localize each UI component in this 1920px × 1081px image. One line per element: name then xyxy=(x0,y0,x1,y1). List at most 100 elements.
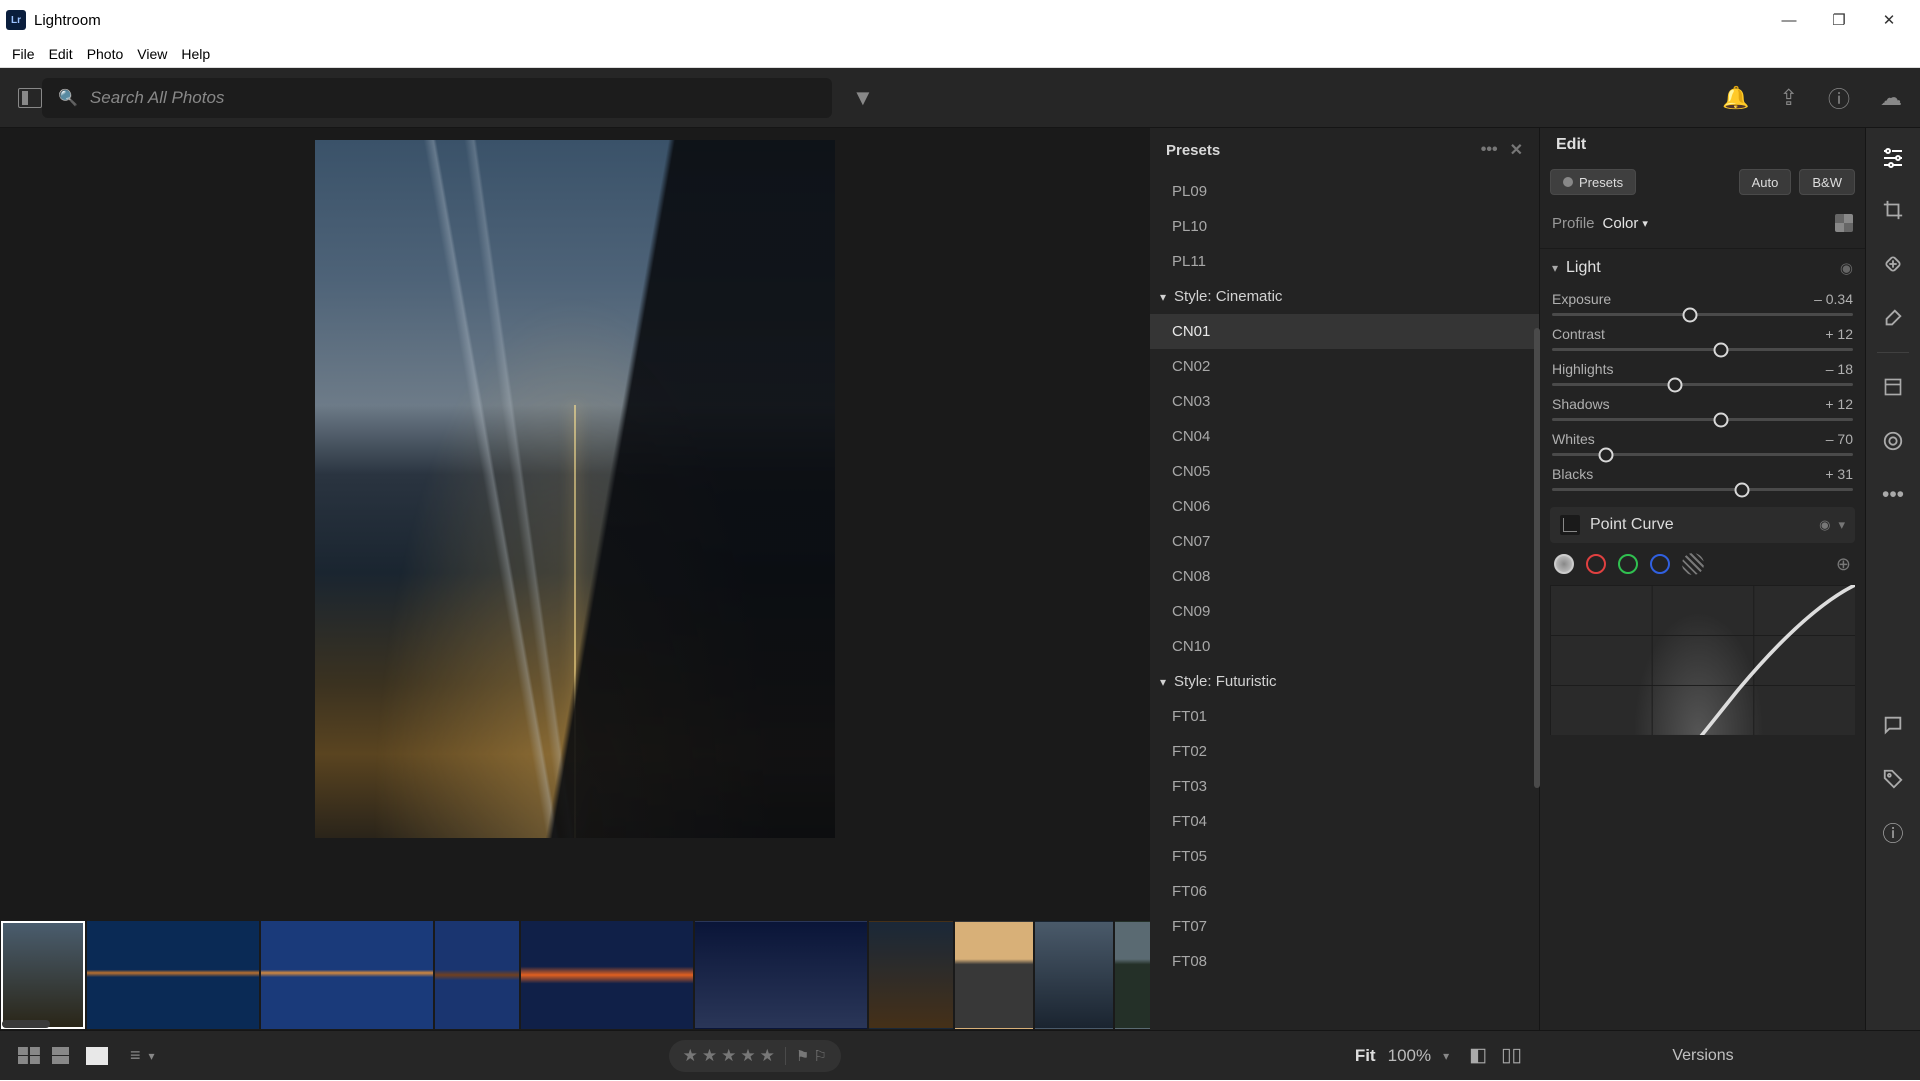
thumbnail[interactable] xyxy=(435,921,519,1029)
preset-item[interactable]: PL11 xyxy=(1150,244,1539,279)
rating-bar[interactable]: ★ ★ ★ ★ ★ ⚑ ⚐ xyxy=(669,1040,841,1072)
preset-item[interactable]: FT01 xyxy=(1150,699,1539,734)
slider-whites[interactable]: Whites– 70 xyxy=(1540,427,1865,462)
crop-tool-icon[interactable] xyxy=(1879,196,1907,224)
visibility-icon[interactable]: ◉ xyxy=(1840,259,1853,277)
preset-item[interactable]: CN03 xyxy=(1150,384,1539,419)
brush-tool-icon[interactable] xyxy=(1879,304,1907,332)
chevron-down-icon[interactable]: ▾ xyxy=(1838,517,1845,533)
preset-item[interactable]: CN10 xyxy=(1150,629,1539,664)
preset-item[interactable]: CN08 xyxy=(1150,559,1539,594)
point-curve-header[interactable]: Point Curve ◉ ▾ xyxy=(1550,507,1855,543)
channel-blue[interactable] xyxy=(1650,554,1670,574)
presets-button[interactable]: Presets xyxy=(1550,169,1636,195)
menu-view[interactable]: View xyxy=(131,44,173,64)
maximize-button[interactable]: ❐ xyxy=(1814,0,1864,40)
channel-red[interactable] xyxy=(1586,554,1606,574)
grid-view-icon[interactable] xyxy=(18,1047,40,1065)
auto-button[interactable]: Auto xyxy=(1739,169,1792,195)
slider-highlights[interactable]: Highlights– 18 xyxy=(1540,357,1865,392)
bw-button[interactable]: B&W xyxy=(1799,169,1855,195)
filmstrip[interactable] xyxy=(0,920,1150,1030)
thumbnail[interactable] xyxy=(1,921,85,1029)
preset-group-header[interactable]: ▾Style: Futuristic xyxy=(1150,664,1539,699)
flag-reject-icon[interactable]: ⚐ xyxy=(813,1047,826,1065)
compare-view-icon[interactable]: ▯▯ xyxy=(1501,1044,1522,1067)
target-adjust-icon[interactable]: ⊕ xyxy=(1836,554,1851,575)
slider-blacks[interactable]: Blacks+ 31 xyxy=(1540,462,1865,497)
menu-edit[interactable]: Edit xyxy=(43,44,79,64)
slider-knob[interactable] xyxy=(1683,307,1698,322)
channel-luma[interactable] xyxy=(1554,554,1574,574)
linear-gradient-tool-icon[interactable] xyxy=(1879,373,1907,401)
help-icon[interactable]: ⓘ xyxy=(1828,82,1850,114)
fit-label[interactable]: Fit xyxy=(1355,1046,1376,1066)
preset-item[interactable]: CN01 xyxy=(1150,314,1539,349)
edit-tool-icon[interactable] xyxy=(1879,142,1907,170)
main-photo[interactable] xyxy=(315,140,835,838)
star-icon[interactable]: ★ xyxy=(721,1046,736,1066)
keywords-icon[interactable] xyxy=(1879,765,1907,793)
search-input[interactable] xyxy=(90,88,816,108)
more-tools-icon[interactable]: ••• xyxy=(1879,481,1907,509)
filmstrip-scrollbar[interactable] xyxy=(2,1020,50,1028)
preset-item[interactable]: CN09 xyxy=(1150,594,1539,629)
preset-item[interactable]: CN06 xyxy=(1150,489,1539,524)
presets-close-icon[interactable]: ✕ xyxy=(1510,140,1523,160)
presets-more-icon[interactable]: ••• xyxy=(1481,141,1498,159)
slider-knob[interactable] xyxy=(1668,377,1683,392)
close-button[interactable]: ✕ xyxy=(1864,0,1914,40)
thumbnail[interactable] xyxy=(1035,921,1113,1029)
original-toggle-icon[interactable]: ◧ xyxy=(1469,1044,1487,1067)
profile-value[interactable]: Color xyxy=(1603,215,1639,232)
star-icon[interactable]: ★ xyxy=(683,1046,698,1066)
profile-browser-icon[interactable] xyxy=(1835,214,1853,232)
chevron-down-icon[interactable]: ▾ xyxy=(149,1049,155,1063)
notifications-icon[interactable]: 🔔 xyxy=(1722,85,1749,111)
left-panel-toggle-icon[interactable] xyxy=(18,88,42,108)
share-icon[interactable]: ⇪ xyxy=(1780,85,1798,111)
preset-item[interactable]: FT06 xyxy=(1150,874,1539,909)
preset-item[interactable]: FT07 xyxy=(1150,909,1539,944)
chevron-down-icon[interactable]: ▾ xyxy=(1443,1049,1449,1063)
preset-item[interactable]: FT03 xyxy=(1150,769,1539,804)
preset-item[interactable]: PL10 xyxy=(1150,209,1539,244)
channel-green[interactable] xyxy=(1618,554,1638,574)
comments-icon[interactable] xyxy=(1879,711,1907,739)
star-icon[interactable]: ★ xyxy=(702,1046,717,1066)
slider-knob[interactable] xyxy=(1734,482,1749,497)
menu-file[interactable]: File xyxy=(6,44,41,64)
channel-parametric[interactable] xyxy=(1682,553,1704,575)
preset-item[interactable]: FT05 xyxy=(1150,839,1539,874)
slider-contrast[interactable]: Contrast+ 12 xyxy=(1540,322,1865,357)
chevron-down-icon[interactable]: ▾ xyxy=(1642,217,1648,230)
menu-help[interactable]: Help xyxy=(175,44,216,64)
thumbnail[interactable] xyxy=(87,921,259,1029)
preset-item[interactable]: PL09 xyxy=(1150,174,1539,209)
sort-icon[interactable]: ≡ xyxy=(130,1045,141,1066)
slider-shadows[interactable]: Shadows+ 12 xyxy=(1540,392,1865,427)
thumbnail[interactable] xyxy=(955,921,1033,1029)
preset-item[interactable]: CN02 xyxy=(1150,349,1539,384)
visibility-icon[interactable]: ◉ xyxy=(1819,517,1830,533)
zoom-value[interactable]: 100% xyxy=(1388,1046,1431,1066)
preset-item[interactable]: CN05 xyxy=(1150,454,1539,489)
slider-knob[interactable] xyxy=(1713,412,1728,427)
thumbnail[interactable] xyxy=(261,921,433,1029)
preset-group-header[interactable]: ▾Style: Cinematic xyxy=(1150,279,1539,314)
radial-gradient-tool-icon[interactable] xyxy=(1879,427,1907,455)
slider-knob[interactable] xyxy=(1599,447,1614,462)
thumbnail[interactable] xyxy=(695,921,867,1029)
edit-scrollbar[interactable] xyxy=(1534,328,1540,788)
healing-tool-icon[interactable] xyxy=(1879,250,1907,278)
info-icon[interactable]: ⓘ xyxy=(1879,819,1907,847)
flag-pick-icon[interactable]: ⚑ xyxy=(796,1047,809,1065)
viewer[interactable] xyxy=(0,128,1150,920)
light-section-header[interactable]: ▾ Light ◉ xyxy=(1540,249,1865,287)
minimize-button[interactable]: — xyxy=(1764,0,1814,40)
preset-item[interactable]: FT08 xyxy=(1150,944,1539,979)
thumbnail[interactable] xyxy=(521,921,693,1029)
square-grid-view-icon[interactable] xyxy=(52,1047,74,1065)
star-icon[interactable]: ★ xyxy=(740,1046,755,1066)
preset-item[interactable]: CN04 xyxy=(1150,419,1539,454)
